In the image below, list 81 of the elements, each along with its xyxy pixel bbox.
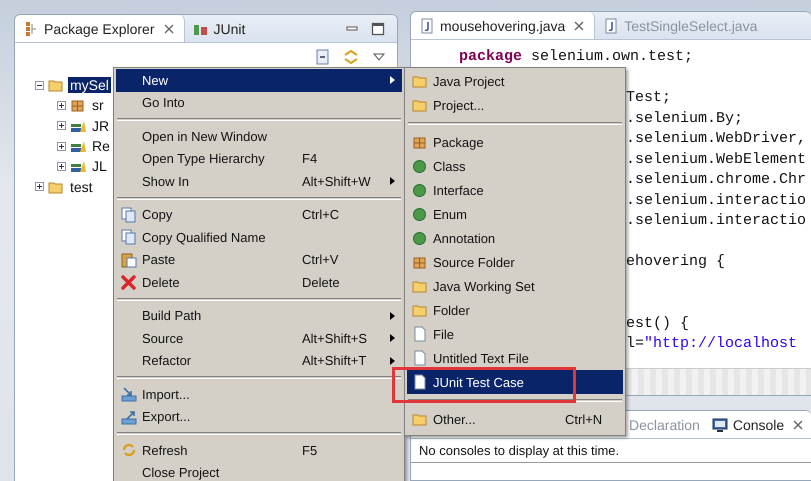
- copy-icon: [121, 229, 137, 246]
- menu-item[interactable]: Class: [407, 154, 623, 178]
- menu-item[interactable]: Package: [407, 130, 623, 154]
- code-line: .selenium.WebElement: [626, 150, 806, 170]
- copy-icon: [121, 206, 137, 223]
- java-file-icon: [603, 18, 620, 34]
- menu-item[interactable]: Delete Delete: [116, 271, 402, 294]
- menu-item[interactable]: Other... Ctrl+N: [407, 407, 623, 431]
- view-tab[interactable]: JUnit: [184, 15, 256, 42]
- close-icon[interactable]: [574, 20, 584, 30]
- code-line: .selenium.WebDriver,: [626, 129, 806, 149]
- menu-item[interactable]: Folder: [407, 298, 623, 322]
- code-line: ehovering {: [626, 252, 726, 272]
- menu-item[interactable]: File: [407, 322, 623, 346]
- java-file-icon: [419, 18, 435, 34]
- console-message: No consoles to display at this time.: [411, 439, 811, 463]
- export-icon: [121, 408, 137, 425]
- menu-item[interactable]: Build Path: [116, 304, 402, 327]
- collapse-all-icon[interactable]: [315, 49, 331, 65]
- monitor-icon: [712, 416, 728, 432]
- menu-item[interactable]: Open Type Hierarchy F4: [116, 148, 402, 170]
- expand-icon[interactable]: [35, 182, 44, 192]
- refresh-icon: [121, 442, 137, 458]
- menu-item[interactable]: Export...: [116, 406, 402, 428]
- tree-item[interactable]: JL: [90, 158, 109, 174]
- close-icon[interactable]: [164, 24, 174, 34]
- collapse-icon[interactable]: [35, 80, 44, 90]
- circle-icon: [412, 230, 428, 246]
- menu-item[interactable]: Refactor Alt+Shift+T: [116, 350, 402, 372]
- menu-item[interactable]: Copy Ctrl+C: [116, 204, 402, 226]
- maximize-icon[interactable]: [371, 22, 385, 36]
- menu-item[interactable]: New: [116, 69, 402, 92]
- menu-item[interactable]: Java Working Set: [407, 274, 623, 298]
- expand-icon[interactable]: [57, 142, 66, 151]
- menu-item[interactable]: Enum: [407, 202, 623, 226]
- menu-item[interactable]: Refresh F5: [116, 439, 402, 462]
- menu-item[interactable]: Source Alt+Shift+S: [116, 327, 402, 350]
- hierarchy-icon: [23, 20, 39, 36]
- editor-tab[interactable]: mousehovering.java: [411, 12, 596, 39]
- menu-item[interactable]: Java Project: [407, 69, 623, 93]
- horizontal-scrollbar[interactable]: [626, 368, 811, 395]
- code-line: Test;: [626, 88, 672, 108]
- menu-item[interactable]: JUnit Test Case: [407, 370, 623, 394]
- code-line: est() {: [626, 314, 690, 334]
- circle-icon: [412, 206, 428, 222]
- code-line: l="http://localhost: [626, 334, 798, 354]
- tree-item[interactable]: Re: [90, 138, 112, 154]
- menu-item[interactable]: Show In Alt+Shift+W: [116, 170, 402, 192]
- menu-item[interactable]: Paste Ctrl+V: [116, 248, 402, 271]
- close-icon[interactable]: [793, 420, 804, 430]
- paste-icon: [121, 252, 137, 268]
- expand-icon[interactable]: [57, 100, 66, 110]
- document-icon: [412, 326, 428, 342]
- document-icon: [412, 374, 428, 390]
- delete-icon: [121, 274, 137, 290]
- circle-icon: [412, 182, 428, 198]
- document-icon: [412, 350, 428, 366]
- view-tab[interactable]: Package Explorer: [15, 15, 185, 42]
- tree-item[interactable]: JR: [90, 118, 112, 134]
- menu-item[interactable]: Untitled Text File: [407, 346, 623, 370]
- tree-item[interactable]: sr: [90, 97, 106, 114]
- tree-item[interactable]: test: [68, 178, 95, 195]
- tree-item[interactable]: mySel: [68, 77, 111, 94]
- code-line: .selenium.By;: [626, 108, 744, 128]
- expand-icon[interactable]: [57, 162, 66, 171]
- code-line: package selenium.own.test;: [459, 47, 694, 67]
- code-line: .selenium.chrome.Chr: [626, 170, 806, 190]
- menu-item[interactable]: Close Project: [116, 462, 402, 481]
- circle-icon: [412, 158, 428, 174]
- menu-item[interactable]: Source Folder: [407, 250, 623, 274]
- menu-item[interactable]: Annotation: [407, 226, 623, 250]
- menu-item[interactable]: Project...: [407, 93, 623, 117]
- code-line: .selenium.interactio: [626, 190, 806, 210]
- menu-item[interactable]: Copy Qualified Name: [116, 226, 402, 248]
- code-line: .selenium.interactio: [626, 211, 806, 231]
- import-icon: [121, 386, 137, 402]
- menu-item[interactable]: Interface: [407, 178, 623, 202]
- menu-item[interactable]: Go Into: [116, 92, 402, 114]
- menu-item[interactable]: Import...: [116, 383, 402, 406]
- expand-icon[interactable]: [57, 121, 66, 130]
- menu-item[interactable]: Open in New Window: [116, 125, 402, 148]
